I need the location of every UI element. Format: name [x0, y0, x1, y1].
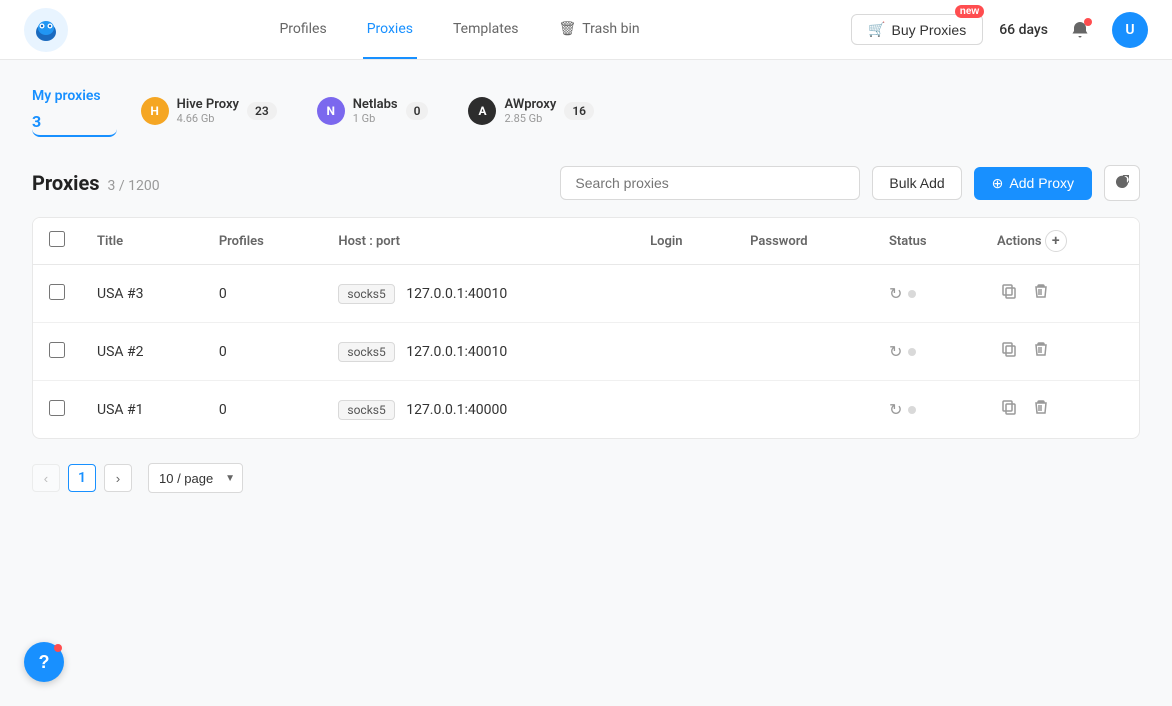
add-icon: ⊕ [992, 175, 1004, 192]
tab-netlabs[interactable]: N Netlabs 1 Gb 0 [305, 89, 445, 133]
help-dot [54, 644, 62, 652]
row-title-2: USA #1 [81, 381, 203, 439]
delete-button-0[interactable] [1029, 279, 1053, 308]
new-badge: new [955, 5, 984, 18]
copy-button-1[interactable] [997, 337, 1021, 366]
select-all-checkbox[interactable] [49, 231, 65, 247]
prev-page-button[interactable]: ‹ [32, 464, 60, 492]
hive-icon: H [141, 97, 169, 125]
row-password-0 [734, 265, 873, 323]
buy-proxies-button[interactable]: 🛒 Buy Proxies new [851, 14, 983, 45]
row-profiles-1: 0 [203, 323, 323, 381]
table-row: USA #3 0 socks5 127.0.0.1:40010 ↻ [33, 265, 1139, 323]
col-actions: Actions + [981, 218, 1139, 265]
tab-my-proxies[interactable]: My proxies 3 [32, 84, 117, 137]
proxies-actions: Bulk Add ⊕ Add Proxy [560, 165, 1140, 201]
row-actions-2 [981, 381, 1139, 439]
row-profiles-2: 0 [203, 381, 323, 439]
header: Profiles Proxies Templates 🗑 Trash bin 🛒… [0, 0, 1172, 60]
status-reload-0[interactable]: ↻ [889, 284, 902, 303]
row-status-0: ↻ [873, 265, 981, 323]
proxies-header: Proxies 3 / 1200 Bulk Add ⊕ Add Proxy [32, 165, 1140, 201]
nav: Profiles Proxies Templates 🗑 Trash bin [100, 1, 819, 59]
netlabs-icon: N [317, 97, 345, 125]
nav-templates[interactable]: Templates [449, 1, 523, 59]
col-login: Login [634, 218, 734, 265]
awproxy-icon: A [468, 97, 496, 125]
row-login-0 [634, 265, 734, 323]
row-title-1: USA #2 [81, 323, 203, 381]
current-page[interactable]: 1 [68, 464, 96, 492]
row-login-1 [634, 323, 734, 381]
add-proxy-button[interactable]: ⊕ Add Proxy [974, 167, 1092, 200]
row-host-2: socks5 127.0.0.1:40000 [322, 381, 634, 439]
nav-trash[interactable]: 🗑 Trash bin [554, 1, 643, 59]
notification-button[interactable] [1064, 14, 1096, 46]
table-row: USA #2 0 socks5 127.0.0.1:40010 ↻ [33, 323, 1139, 381]
avatar[interactable]: U [1112, 12, 1148, 48]
provider-tabs: My proxies 3 H Hive Proxy 4.66 Gb 23 N N… [32, 84, 1140, 137]
row-checkbox-0[interactable] [49, 284, 65, 300]
refresh-button[interactable] [1104, 165, 1140, 201]
bulk-add-button[interactable]: Bulk Add [872, 166, 961, 200]
per-page-wrapper: 10 / page 20 / page 50 / page ▼ [148, 463, 243, 493]
row-password-1 [734, 323, 873, 381]
host-value-1: 127.0.0.1:40010 [406, 344, 507, 360]
nav-profiles[interactable]: Profiles [275, 1, 330, 59]
status-dot-0 [908, 290, 916, 298]
refresh-icon [1115, 175, 1129, 191]
row-title-0: USA #3 [81, 265, 203, 323]
table-header-row: Title Profiles Host : port Login Passwor… [33, 218, 1139, 265]
host-value-2: 127.0.0.1:40000 [406, 402, 507, 418]
tab-hive-proxy[interactable]: H Hive Proxy 4.66 Gb 23 [129, 89, 293, 133]
row-actions-1 [981, 323, 1139, 381]
add-column-icon[interactable]: + [1045, 230, 1067, 252]
col-host-port: Host : port [322, 218, 634, 265]
row-actions-0 [981, 265, 1139, 323]
copy-button-2[interactable] [997, 395, 1021, 424]
type-badge-2: socks5 [338, 400, 394, 420]
col-status: Status [873, 218, 981, 265]
host-value-0: 127.0.0.1:40010 [406, 286, 507, 302]
table-row: USA #1 0 socks5 127.0.0.1:40000 ↻ [33, 381, 1139, 439]
row-profiles-0: 0 [203, 265, 323, 323]
col-title: Title [81, 218, 203, 265]
row-host-1: socks5 127.0.0.1:40010 [322, 323, 634, 381]
row-status-2: ↻ [873, 381, 981, 439]
proxies-title: Proxies 3 / 1200 [32, 171, 160, 195]
row-checkbox-2[interactable] [49, 400, 65, 416]
trash-icon: 🗑 [558, 21, 576, 37]
logo[interactable] [24, 8, 68, 52]
row-checkbox-1[interactable] [49, 342, 65, 358]
status-reload-1[interactable]: ↻ [889, 342, 902, 361]
col-password: Password [734, 218, 873, 265]
status-reload-2[interactable]: ↻ [889, 400, 902, 419]
type-badge-1: socks5 [338, 342, 394, 362]
pagination: ‹ 1 › 10 / page 20 / page 50 / page ▼ [32, 459, 1140, 497]
row-password-2 [734, 381, 873, 439]
nav-proxies[interactable]: Proxies [363, 1, 417, 59]
row-host-0: socks5 127.0.0.1:40010 [322, 265, 634, 323]
status-dot-2 [908, 406, 916, 414]
delete-button-2[interactable] [1029, 395, 1053, 424]
help-button[interactable]: ? [24, 642, 64, 682]
notification-dot [1084, 18, 1092, 26]
row-login-2 [634, 381, 734, 439]
tab-awproxy[interactable]: A AWproxy 2.85 Gb 16 [456, 89, 610, 133]
row-status-1: ↻ [873, 323, 981, 381]
cart-icon: 🛒 [868, 21, 885, 38]
per-page-select[interactable]: 10 / page 20 / page 50 / page [148, 463, 243, 493]
header-right: 🛒 Buy Proxies new 66 days U [851, 12, 1148, 48]
proxies-table: Title Profiles Host : port Login Passwor… [32, 217, 1140, 439]
status-dot-1 [908, 348, 916, 356]
search-input[interactable] [560, 166, 860, 200]
delete-button-1[interactable] [1029, 337, 1053, 366]
col-profiles: Profiles [203, 218, 323, 265]
type-badge-0: socks5 [338, 284, 394, 304]
days-badge: 66 days [999, 22, 1048, 38]
copy-button-0[interactable] [997, 279, 1021, 308]
main-content: My proxies 3 H Hive Proxy 4.66 Gb 23 N N… [0, 60, 1172, 706]
next-page-button[interactable]: › [104, 464, 132, 492]
